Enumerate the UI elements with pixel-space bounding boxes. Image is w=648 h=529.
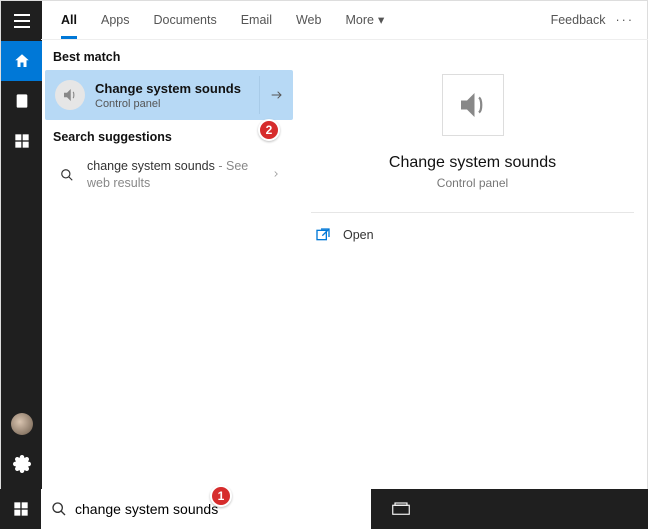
detail-column: Change system sounds Control panel Open <box>297 40 648 489</box>
arrow-right-icon[interactable] <box>259 76 293 114</box>
best-match-header: Best match <box>41 40 297 70</box>
gear-icon[interactable] <box>1 444 42 484</box>
open-label: Open <box>343 228 374 242</box>
filter-tabs: All Apps Documents Email Web More▾ Feedb… <box>41 0 648 40</box>
detail-title: Change system sounds <box>389 154 556 172</box>
tab-web[interactable]: Web <box>284 0 333 39</box>
tab-all[interactable]: All <box>49 0 89 39</box>
detail-subtitle: Control panel <box>437 176 508 190</box>
task-view-icon[interactable] <box>379 494 423 524</box>
speaker-icon <box>55 80 85 110</box>
annotation-badge-1: 1 <box>210 485 232 507</box>
hamburger-icon[interactable] <box>1 1 42 41</box>
best-match-subtitle: Control panel <box>95 98 253 110</box>
feedback-link[interactable]: Feedback <box>551 13 606 27</box>
tab-documents[interactable]: Documents <box>141 0 228 39</box>
taskbar <box>0 489 648 529</box>
tab-more[interactable]: More▾ <box>333 0 396 39</box>
search-panel: All Apps Documents Email Web More▾ Feedb… <box>41 0 648 489</box>
taskbar-search[interactable] <box>41 489 371 529</box>
suggestion-text: change system sounds - See web results <box>87 158 271 192</box>
best-match-item[interactable]: Change system sounds Control panel <box>45 70 293 120</box>
windows-rail <box>1 1 42 528</box>
best-match-title: Change system sounds <box>95 81 253 96</box>
document-icon[interactable] <box>1 81 42 121</box>
annotation-badge-2: 2 <box>258 119 280 141</box>
suggestion-item[interactable]: change system sounds - See web results <box>45 150 293 200</box>
chevron-down-icon: ▾ <box>378 12 384 27</box>
search-icon <box>51 501 67 517</box>
home-icon[interactable] <box>1 41 42 81</box>
search-icon <box>57 168 77 182</box>
chevron-right-icon <box>271 166 281 184</box>
open-action[interactable]: Open <box>311 213 634 257</box>
tab-email[interactable]: Email <box>229 0 284 39</box>
taskbar-apps <box>371 489 648 529</box>
more-options-icon[interactable]: ··· <box>616 13 635 27</box>
user-avatar[interactable] <box>1 404 42 444</box>
tab-apps[interactable]: Apps <box>89 0 142 39</box>
start-button[interactable] <box>0 489 41 529</box>
apps-icon[interactable] <box>1 121 42 161</box>
detail-speaker-icon <box>442 74 504 136</box>
results-column: Best match Change system sounds Control … <box>41 40 297 489</box>
